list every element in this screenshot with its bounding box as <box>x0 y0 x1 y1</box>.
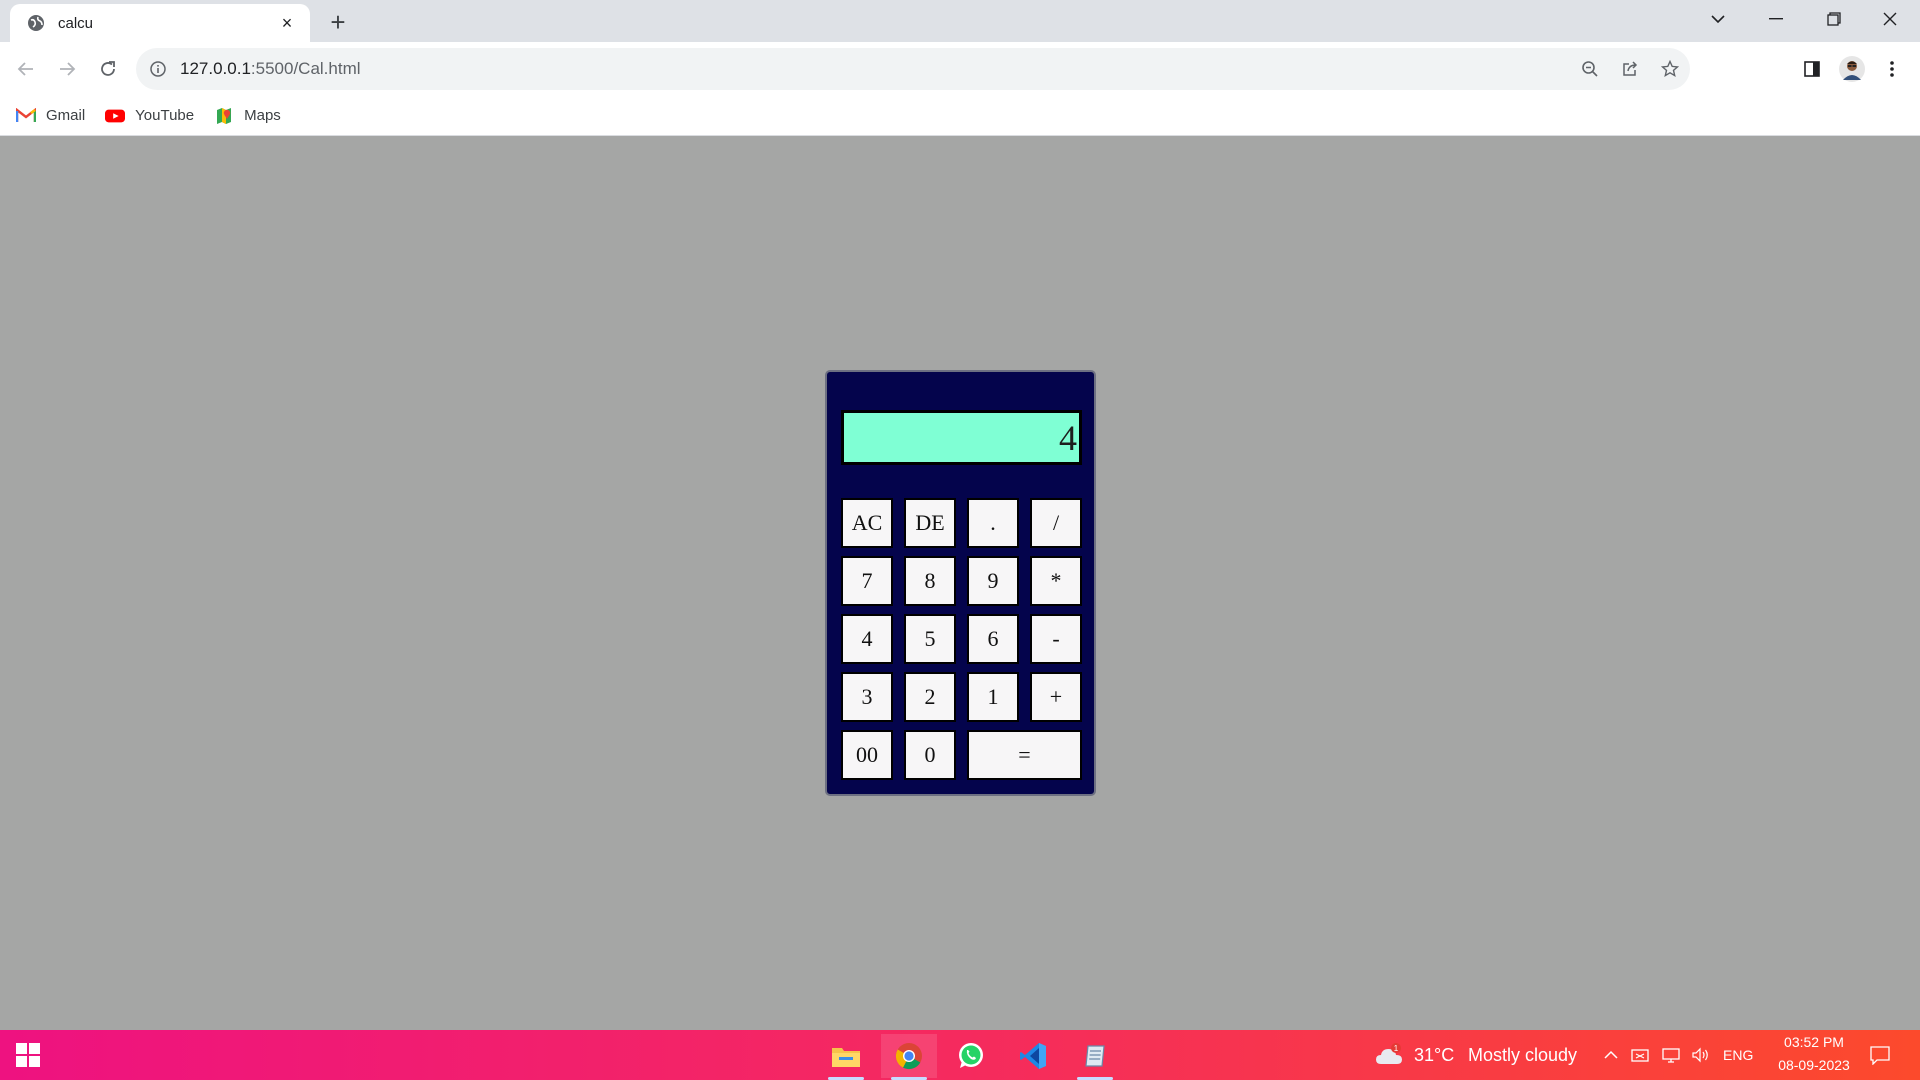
url-path: :5500/Cal.html <box>250 59 361 78</box>
bookmark-label: YouTube <box>135 107 195 124</box>
side-panel-icon[interactable] <box>1796 53 1828 85</box>
browser-tab[interactable]: calcu × <box>10 4 310 42</box>
gmail-icon <box>16 108 36 124</box>
clock-date[interactable]: 08-09-2023 <box>1768 1057 1860 1073</box>
url-host: 127.0.0.1 <box>180 59 251 78</box>
notepad-icon[interactable] <box>1067 1034 1123 1080</box>
whatsapp-icon[interactable] <box>943 1034 999 1078</box>
key-0[interactable]: 0 <box>904 730 956 780</box>
tab-close-icon[interactable]: × <box>276 12 298 34</box>
tab-strip: calcu × + <box>0 0 1920 42</box>
profile-avatar[interactable] <box>1836 53 1868 85</box>
site-info-icon[interactable] <box>148 59 168 79</box>
address-bar[interactable]: 127.0.0.1:5500/Cal.html <box>136 48 1690 90</box>
weather-temp[interactable]: 31°C <box>1414 1045 1454 1066</box>
key-subtract[interactable]: - <box>1030 614 1082 664</box>
minimize-icon[interactable] <box>1748 0 1804 38</box>
notification-icon[interactable] <box>1868 1043 1892 1067</box>
page-content: 4 AC DE . / 7 8 9 * 4 5 6 - 3 2 1 + 00 0… <box>0 136 1920 1030</box>
weather-condition[interactable]: Mostly cloudy <box>1468 1045 1577 1066</box>
key-multiply[interactable]: * <box>1030 556 1082 606</box>
key-divide[interactable]: / <box>1030 498 1082 548</box>
bookmark-gmail[interactable]: Gmail <box>16 107 85 124</box>
reload-icon[interactable] <box>92 53 124 85</box>
key-2[interactable]: 2 <box>904 672 956 722</box>
forward-icon[interactable] <box>51 53 83 85</box>
display-value: 4 <box>1059 417 1077 458</box>
key-00[interactable]: 00 <box>841 730 893 780</box>
bookmark-label: Gmail <box>46 107 86 124</box>
key-5[interactable]: 5 <box>904 614 956 664</box>
key-7[interactable]: 7 <box>841 556 893 606</box>
key-8[interactable]: 8 <box>904 556 956 606</box>
calculator: 4 AC DE . / 7 8 9 * 4 5 6 - 3 2 1 + 00 0… <box>825 370 1096 796</box>
onedrive-icon[interactable] <box>1629 1045 1651 1065</box>
chevron-up-icon[interactable] <box>1600 1045 1622 1065</box>
new-tab-button[interactable]: + <box>324 7 352 37</box>
bookmarks-bar: Gmail YouTube Maps <box>0 96 1920 136</box>
windows-start-icon[interactable] <box>16 1043 40 1067</box>
language-indicator[interactable]: ENG <box>1723 1047 1753 1063</box>
menu-kebab-icon[interactable] <box>1876 53 1908 85</box>
key-equals[interactable]: = <box>967 730 1082 780</box>
bookmark-youtube[interactable]: YouTube <box>105 107 194 124</box>
bookmark-star-icon[interactable] <box>1650 49 1690 89</box>
bookmark-maps[interactable]: Maps <box>214 107 281 124</box>
globe-icon <box>26 13 46 33</box>
bookmark-label: Maps <box>244 107 281 124</box>
back-icon[interactable] <box>10 53 42 85</box>
zoom-icon[interactable] <box>1570 49 1610 89</box>
key-9[interactable]: 9 <box>967 556 1019 606</box>
key-6[interactable]: 6 <box>967 614 1019 664</box>
weather-cloud-icon[interactable]: 1 <box>1374 1041 1406 1069</box>
share-icon[interactable] <box>1610 49 1650 89</box>
close-window-icon[interactable] <box>1862 0 1918 38</box>
file-explorer-icon[interactable] <box>818 1034 874 1080</box>
key-de[interactable]: DE <box>904 498 956 548</box>
tab-search-icon[interactable] <box>1690 0 1746 38</box>
key-add[interactable]: + <box>1030 672 1082 722</box>
key-decimal[interactable]: . <box>967 498 1019 548</box>
chrome-icon[interactable] <box>881 1034 937 1080</box>
key-1[interactable]: 1 <box>967 672 1019 722</box>
taskbar: 1 31°C Mostly cloudy ENG 03:52 PM 08-09-… <box>0 1030 1920 1080</box>
key-3[interactable]: 3 <box>841 672 893 722</box>
weather-badge: 1 <box>1394 1044 1399 1053</box>
vscode-icon[interactable] <box>1005 1034 1061 1078</box>
restore-icon[interactable] <box>1806 0 1862 38</box>
key-ac[interactable]: AC <box>841 498 893 548</box>
volume-icon[interactable] <box>1690 1045 1712 1065</box>
key-4[interactable]: 4 <box>841 614 893 664</box>
network-icon[interactable] <box>1660 1045 1682 1065</box>
browser-toolbar: 127.0.0.1:5500/Cal.html <box>0 42 1920 96</box>
clock-time[interactable]: 03:52 PM <box>1777 1034 1851 1050</box>
youtube-icon <box>105 108 126 124</box>
maps-icon <box>214 107 234 124</box>
calculator-display[interactable]: 4 <box>841 410 1082 465</box>
tab-title: calcu <box>58 14 94 32</box>
